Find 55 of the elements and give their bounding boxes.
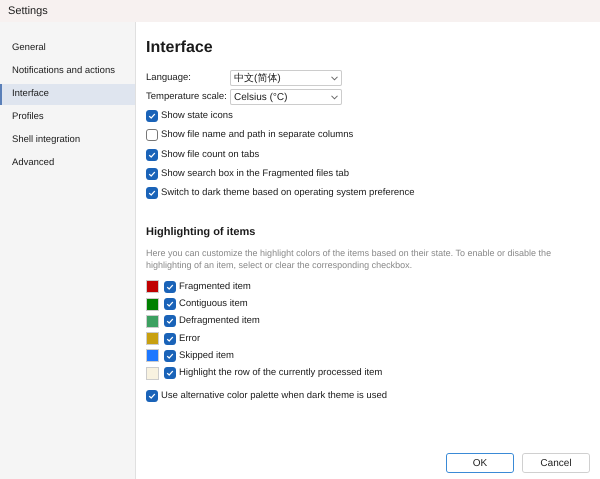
option-label: Show file name and path in separate columns — [161, 128, 354, 142]
item-label: Contiguous item — [179, 297, 248, 311]
check-icon — [166, 282, 174, 291]
option-label: Show file count on tabs — [161, 148, 260, 162]
check-icon — [148, 189, 156, 198]
color-swatch[interactable] — [146, 280, 159, 294]
checkbox[interactable] — [164, 367, 176, 380]
checkbox[interactable] — [164, 350, 176, 362]
section-description: Here you can customize the highlight colors of the items based on their state. To enable or disable the highlighting of an item, select or clear the corresponding checkbox. — [146, 246, 552, 271]
sidebar-item[interactable]: General — [0, 38, 135, 59]
field-label: Language: — [146, 70, 192, 85]
checkbox[interactable] — [146, 148, 158, 161]
check-icon — [148, 392, 156, 400]
color-swatch[interactable] — [146, 314, 159, 328]
color-swatch[interactable] — [146, 366, 159, 380]
checkbox[interactable] — [164, 332, 176, 345]
sidebar-item[interactable]: Interface — [0, 84, 135, 105]
dropdown[interactable]: 中文(简体) — [230, 70, 342, 86]
window-title: Settings — [8, 4, 48, 19]
option-label: Switch to dark theme based on operating system preference — [161, 186, 414, 200]
option-label: Show state icons — [161, 109, 233, 123]
option-label: Use alternative color palette when dark theme is used — [161, 389, 388, 404]
item-label: Error — [179, 332, 200, 346]
page-heading: Interface — [146, 38, 214, 58]
dropdown[interactable]: Celsius (°C) — [230, 89, 342, 105]
checkbox[interactable] — [164, 298, 176, 310]
checkbox[interactable] — [146, 187, 158, 200]
dialog-button[interactable]: OK — [446, 453, 514, 473]
checkbox[interactable] — [146, 110, 158, 122]
sidebar-item[interactable]: Profiles — [0, 107, 135, 128]
dialog-button[interactable]: Cancel — [522, 453, 590, 473]
item-label: Skipped item — [179, 348, 234, 363]
check-icon — [148, 150, 156, 159]
checkbox[interactable] — [164, 315, 176, 328]
sidebar-item[interactable]: Advanced — [0, 153, 135, 174]
field-label: Temperature scale: — [146, 90, 228, 104]
check-icon — [148, 112, 156, 120]
color-swatch[interactable] — [146, 349, 159, 362]
item-label: Highlight the row of the currently processed item — [179, 366, 382, 380]
option-label: Show search box in the Fragmented files tab — [161, 166, 349, 181]
item-label: Fragmented item — [179, 280, 251, 294]
color-swatch[interactable] — [146, 332, 159, 346]
chevron-down-icon — [331, 76, 338, 80]
checkbox[interactable] — [146, 129, 158, 142]
check-icon — [148, 170, 156, 178]
sidebar-item[interactable]: Shell integration — [0, 130, 135, 151]
check-icon — [166, 369, 174, 378]
color-swatch[interactable] — [146, 298, 159, 311]
checkbox[interactable] — [146, 390, 158, 402]
checkbox[interactable] — [164, 280, 176, 293]
sidebar-item[interactable]: Notifications and actions — [0, 61, 135, 82]
section-heading: Highlighting of items — [146, 225, 256, 240]
item-label: Defragmented item — [179, 314, 260, 328]
chevron-down-icon — [331, 94, 338, 100]
checkbox[interactable] — [146, 168, 158, 180]
